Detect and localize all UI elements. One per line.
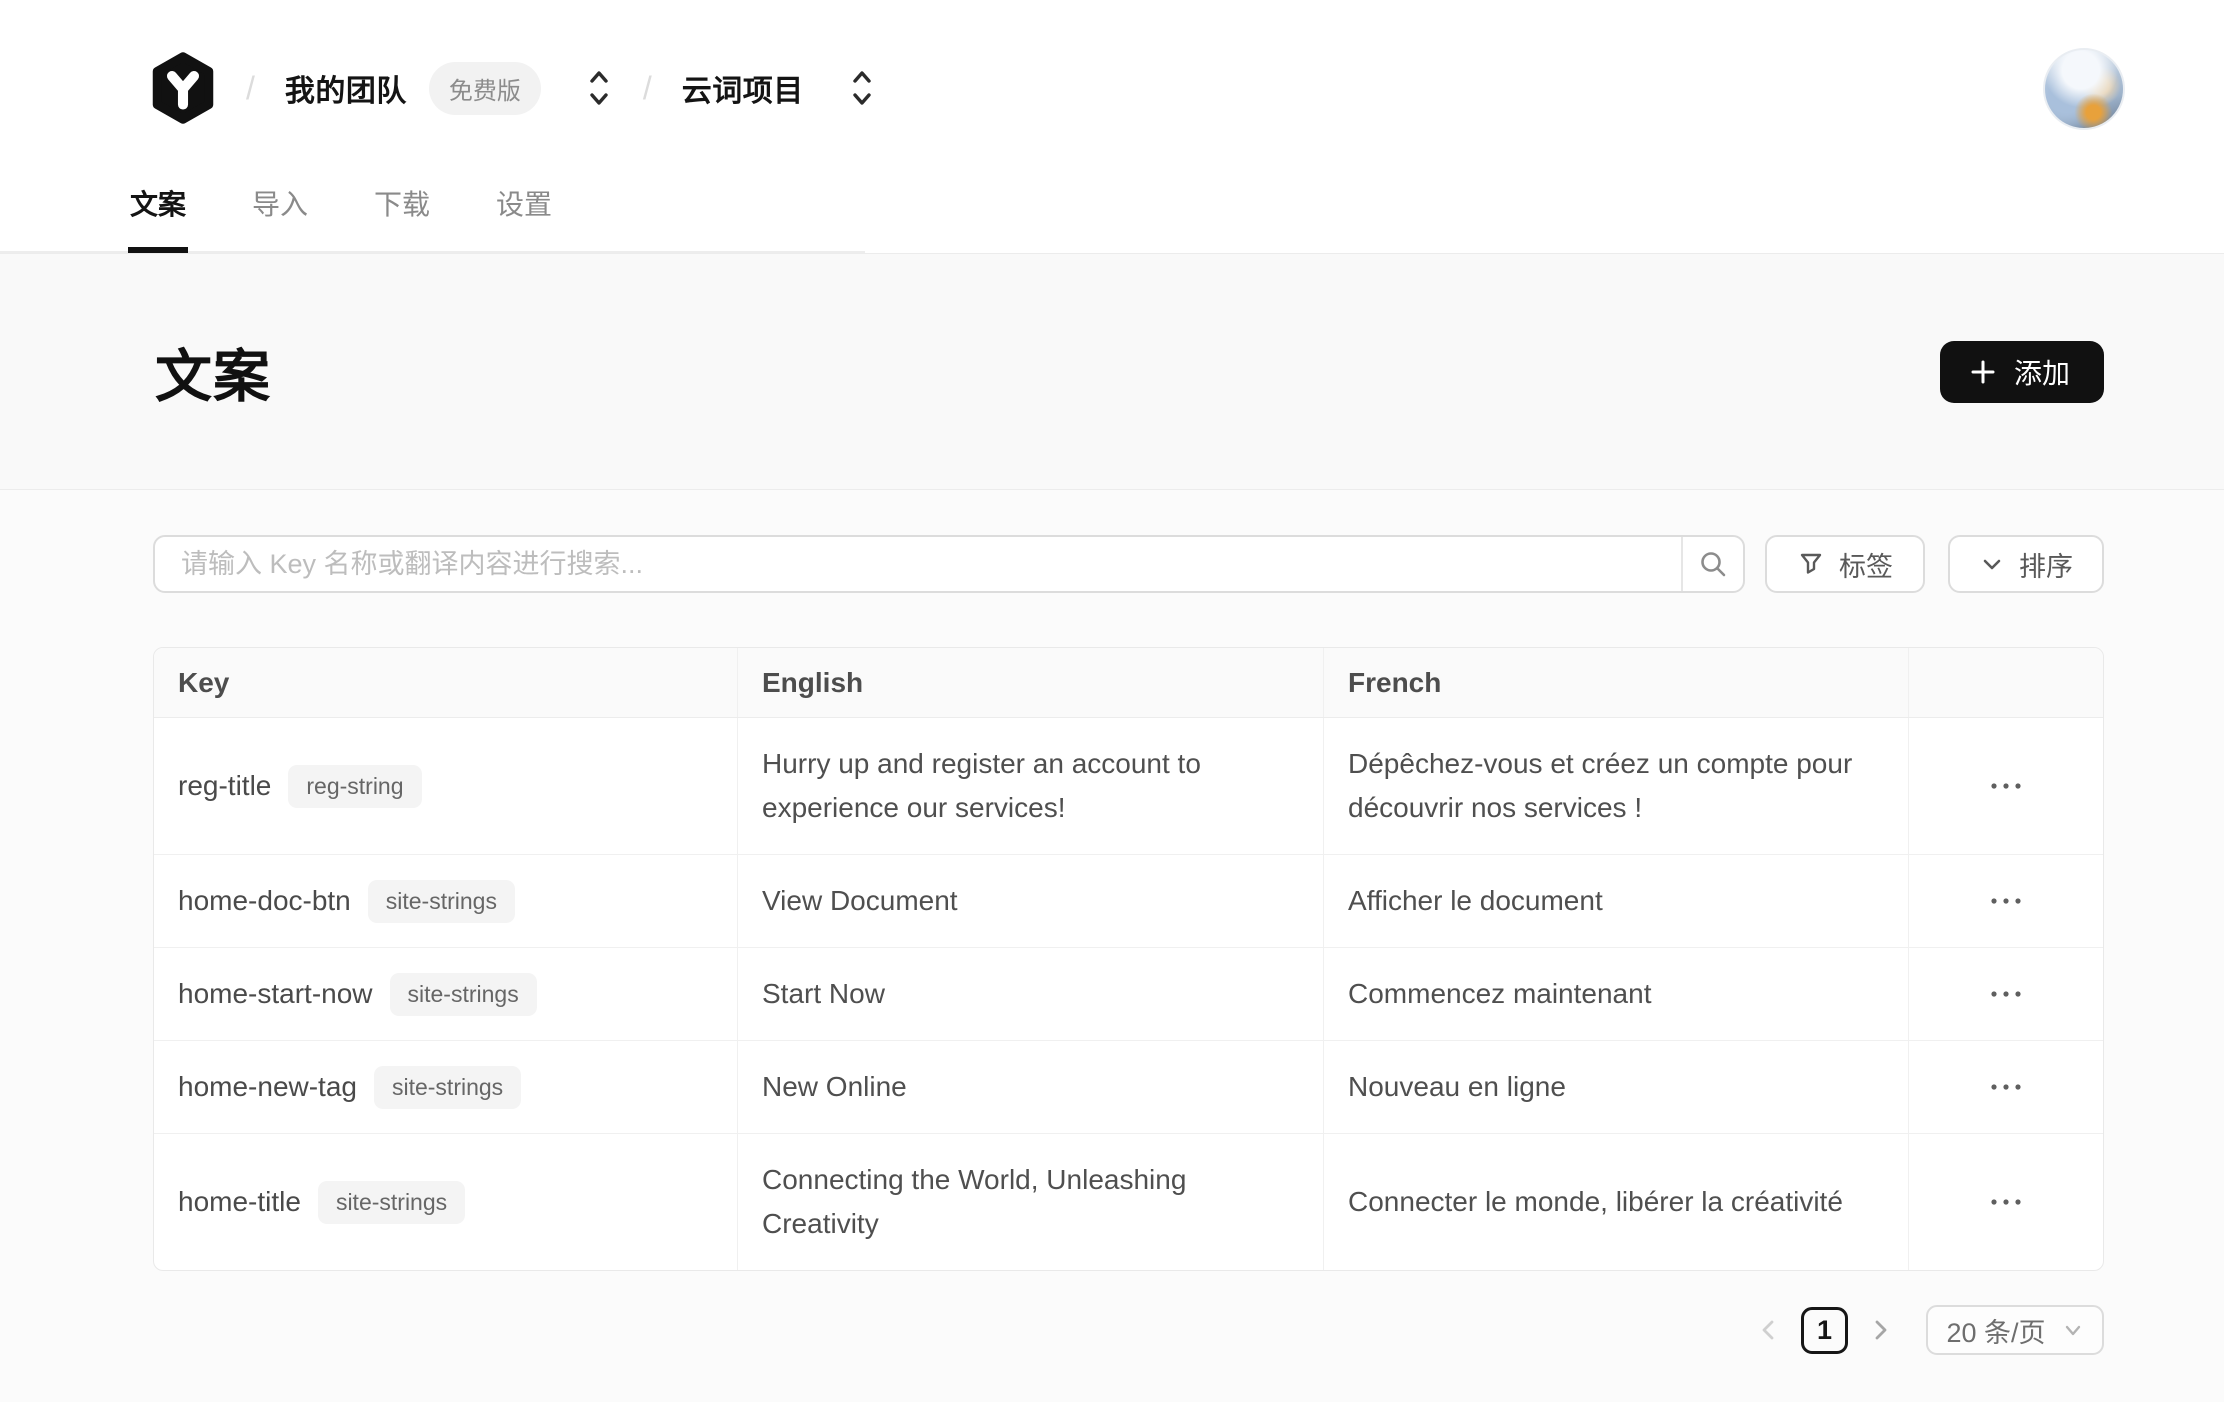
more-options-button[interactable] <box>1971 882 2041 920</box>
search-button[interactable] <box>1681 537 1743 591</box>
plus-icon <box>1968 357 1998 387</box>
english-cell: Start Now <box>737 948 1323 1040</box>
more-horizontal-icon <box>1989 1082 2023 1092</box>
page-title: 文案 <box>155 331 271 413</box>
key-tag-badge: reg-string <box>288 765 421 808</box>
more-horizontal-icon <box>1989 989 2023 999</box>
chevron-down-icon <box>1979 551 2005 577</box>
english-cell: Hurry up and register an account to expe… <box>737 718 1323 854</box>
tab-import[interactable]: 导入 <box>250 183 310 253</box>
key-cell: home-title site-strings <box>154 1134 737 1270</box>
chevrons-up-down-icon <box>587 68 611 108</box>
more-horizontal-icon <box>1989 1197 2023 1207</box>
english-cell: New Online <box>737 1041 1323 1133</box>
table-row[interactable]: home-title site-strings Connecting the W… <box>154 1133 2103 1270</box>
more-horizontal-icon <box>1989 781 2023 791</box>
french-cell: Afficher le document <box>1323 855 1908 947</box>
tab-download[interactable]: 下载 <box>372 183 432 253</box>
key-cell: home-start-now site-strings <box>154 948 737 1040</box>
column-header-french: French <box>1323 648 1908 717</box>
key-tag-badge: site-strings <box>374 1066 521 1109</box>
top-bar: / 我的团队 免费版 / 云词项目 文案 导入 下载 <box>0 0 2224 253</box>
actions-cell <box>1908 1041 2103 1133</box>
plan-badge: 免费版 <box>429 62 541 115</box>
key-name: home-new-tag <box>178 1065 357 1109</box>
app-window: / 我的团队 免费版 / 云词项目 文案 导入 下载 <box>0 0 2224 1402</box>
search-box <box>153 535 1745 593</box>
actions-cell <box>1908 1134 2103 1270</box>
chevron-down-icon <box>2062 1319 2084 1341</box>
french-cell: Commencez maintenant <box>1323 948 1908 1040</box>
chevrons-up-down-icon <box>850 68 874 108</box>
table-row[interactable]: home-doc-btn site-strings View Document … <box>154 854 2103 947</box>
actions-cell <box>1908 855 2103 947</box>
key-name: home-doc-btn <box>178 879 351 923</box>
previous-page-button[interactable] <box>1749 1315 1787 1345</box>
key-name: home-title <box>178 1180 301 1224</box>
french-cell: Connecter le monde, libérer la créativit… <box>1323 1134 1908 1270</box>
page-header: 文案 添加 <box>0 253 2224 490</box>
english-cell: View Document <box>737 855 1323 947</box>
page-size-select[interactable]: 20 条/页 <box>1926 1305 2104 1355</box>
english-cell: Connecting the World, Unleashing Creativ… <box>737 1134 1323 1270</box>
app-logo-icon[interactable] <box>150 51 216 125</box>
table-header-row: Key English French <box>154 648 2103 718</box>
search-input[interactable] <box>155 537 1681 591</box>
user-avatar[interactable] <box>2043 48 2125 130</box>
current-page-button[interactable]: 1 <box>1801 1307 1848 1354</box>
project-name[interactable]: 云词项目 <box>682 66 804 110</box>
table-row[interactable]: reg-title reg-string Hurry up and regist… <box>154 718 2103 854</box>
team-name[interactable]: 我的团队 <box>285 66 407 110</box>
more-options-button[interactable] <box>1971 1183 2041 1221</box>
key-name: home-start-now <box>178 972 373 1016</box>
more-horizontal-icon <box>1989 896 2023 906</box>
table-row[interactable]: home-start-now site-strings Start Now Co… <box>154 947 2103 1040</box>
tag-filter-button[interactable]: 标签 <box>1765 535 1925 593</box>
main-content: 标签 排序 Key English French reg-title <box>0 490 2224 1402</box>
breadcrumb-separator: / <box>246 70 255 107</box>
key-cell: reg-title reg-string <box>154 718 737 854</box>
key-cell: home-new-tag site-strings <box>154 1041 737 1133</box>
key-tag-badge: site-strings <box>390 973 537 1016</box>
sort-button[interactable]: 排序 <box>1948 535 2104 593</box>
column-header-key: Key <box>154 648 737 717</box>
key-tag-badge: site-strings <box>368 880 515 923</box>
toolbar: 标签 排序 <box>153 535 2104 593</box>
key-cell: home-doc-btn site-strings <box>154 855 737 947</box>
tag-filter-label: 标签 <box>1839 545 1893 584</box>
more-options-button[interactable] <box>1971 975 2041 1013</box>
magnifier-icon <box>1697 548 1729 580</box>
actions-cell <box>1908 718 2103 854</box>
page-size-value: 20 条/页 <box>1946 1311 2045 1350</box>
breadcrumb: / 我的团队 免费版 / 云词项目 <box>150 48 876 128</box>
team-switcher-button[interactable] <box>585 66 613 110</box>
next-page-button[interactable] <box>1862 1315 1900 1345</box>
french-cell: Dépêchez-vous et créez un compte pour dé… <box>1323 718 1908 854</box>
table-row[interactable]: home-new-tag site-strings New Online Nou… <box>154 1040 2103 1133</box>
chevron-right-icon <box>1870 1315 1892 1345</box>
key-name: reg-title <box>178 764 271 808</box>
funnel-icon <box>1797 550 1825 578</box>
add-button-label: 添加 <box>2014 352 2070 392</box>
project-switcher-button[interactable] <box>848 66 876 110</box>
french-cell: Nouveau en ligne <box>1323 1041 1908 1133</box>
add-button[interactable]: 添加 <box>1940 341 2104 403</box>
actions-cell <box>1908 948 2103 1040</box>
tab-copy[interactable]: 文案 <box>128 183 188 253</box>
chevron-left-icon <box>1757 1315 1779 1345</box>
pagination: 1 20 条/页 <box>0 1305 2104 1355</box>
breadcrumb-separator: / <box>643 70 652 107</box>
key-tag-badge: site-strings <box>318 1181 465 1224</box>
tab-settings[interactable]: 设置 <box>494 183 554 253</box>
tab-bar: 文案 导入 下载 设置 <box>128 183 554 253</box>
column-header-actions <box>1908 648 2103 717</box>
column-header-english: English <box>737 648 1323 717</box>
more-options-button[interactable] <box>1971 767 2041 805</box>
strings-table: Key English French reg-title reg-string … <box>153 647 2104 1271</box>
more-options-button[interactable] <box>1971 1068 2041 1106</box>
sort-label: 排序 <box>2019 545 2073 584</box>
